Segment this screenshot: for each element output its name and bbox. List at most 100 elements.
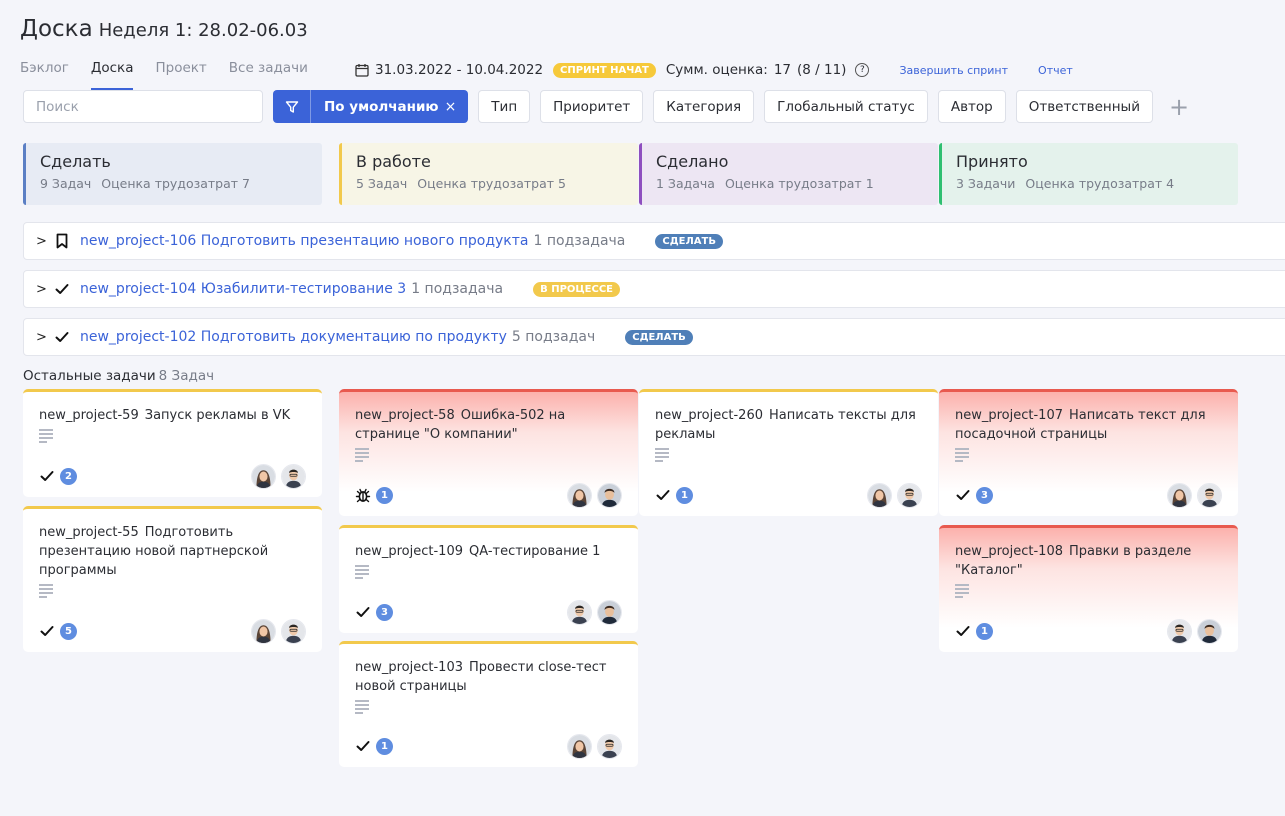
finish-sprint-link[interactable]: Завершить спринт bbox=[899, 64, 1008, 77]
card-key: new_project-55 bbox=[39, 525, 139, 540]
add-filter-icon[interactable]: + bbox=[1169, 95, 1189, 119]
default-filter-label: По умолчанию bbox=[324, 98, 439, 115]
bug-icon bbox=[355, 487, 371, 503]
sum-estimate-label: Сумм. оценка: bbox=[665, 62, 768, 78]
card-title: new_project-59 Запуск рекламы в VK bbox=[39, 406, 306, 425]
avatar[interactable] bbox=[597, 482, 622, 508]
description-icon bbox=[355, 700, 369, 714]
column-todo: Сделать 9 Задач Оценка трудозатрат 7 bbox=[23, 143, 322, 205]
chevron-right-icon[interactable]: > bbox=[36, 330, 47, 345]
filter-author[interactable]: Автор bbox=[937, 90, 1006, 123]
avatar[interactable] bbox=[1197, 482, 1222, 508]
epic-row[interactable]: > new_project-104 Юзабилити-тестирование… bbox=[23, 270, 1285, 308]
card-key: new_project-109 bbox=[355, 544, 463, 559]
search-input[interactable] bbox=[23, 90, 263, 123]
tab-all-tasks[interactable]: Все задачи bbox=[229, 60, 308, 90]
column-title: Сделано bbox=[656, 152, 729, 171]
chevron-right-icon[interactable]: > bbox=[36, 234, 47, 249]
filter-priority[interactable]: Приоритет bbox=[540, 90, 644, 123]
avatar[interactable] bbox=[567, 482, 592, 508]
card-key: new_project-103 bbox=[355, 660, 463, 675]
column-estimate: Оценка трудозатрат 1 bbox=[724, 176, 874, 191]
avatar[interactable] bbox=[1167, 482, 1192, 508]
avatar[interactable] bbox=[597, 733, 622, 759]
task-card[interactable]: new_project-107 Написать текст для посадо… bbox=[939, 389, 1238, 516]
avatar[interactable] bbox=[597, 599, 622, 625]
bookmark-icon bbox=[54, 233, 70, 249]
epic-row[interactable]: > new_project-106 Подготовить презентаци… bbox=[23, 222, 1285, 260]
description-icon bbox=[955, 448, 969, 462]
column-title: В работе bbox=[356, 152, 431, 171]
tab-project[interactable]: Проект bbox=[155, 60, 206, 90]
card-title: new_project-108 Правки в разделе "Каталог… bbox=[955, 542, 1222, 580]
column-task-count: 1 Задача bbox=[656, 176, 715, 191]
status-badge: В ПРОЦЕССЕ bbox=[533, 281, 621, 297]
avatar[interactable] bbox=[251, 618, 276, 644]
chevron-right-icon[interactable]: > bbox=[36, 282, 47, 297]
calendar-icon bbox=[355, 64, 369, 77]
sum-estimate-ratio: (8 / 11) bbox=[797, 62, 847, 78]
task-card[interactable]: new_project-59 Запуск рекламы в VK 2 bbox=[23, 389, 322, 497]
subtask-count: 1 bbox=[676, 486, 693, 504]
card-title: new_project-109 QA-тестирование 1 bbox=[355, 542, 622, 561]
filter-icon bbox=[273, 90, 311, 123]
check-icon bbox=[355, 738, 371, 754]
description-icon bbox=[955, 584, 969, 598]
sprint-week: Неделя 1: 28.02-06.03 bbox=[98, 20, 308, 41]
report-link[interactable]: Отчет bbox=[1038, 64, 1073, 77]
status-badge: СДЕЛАТЬ bbox=[625, 329, 693, 345]
check-icon bbox=[39, 468, 55, 484]
page-title-text: Доска bbox=[20, 16, 93, 42]
filter-category[interactable]: Категория bbox=[653, 90, 755, 123]
task-card[interactable]: new_project-58 Ошибка-502 на странице "О … bbox=[339, 389, 638, 516]
column-task-count: 3 Задачи bbox=[956, 176, 1016, 191]
avatar[interactable] bbox=[567, 733, 592, 759]
description-icon bbox=[355, 565, 369, 579]
task-card[interactable]: new_project-55 Подготовить презентацию но… bbox=[23, 506, 322, 652]
task-card[interactable]: new_project-108 Правки в разделе "Каталог… bbox=[939, 525, 1238, 652]
subtask-count: 2 bbox=[60, 467, 77, 485]
card-title: new_project-58 Ошибка-502 на странице "О … bbox=[355, 406, 622, 444]
avatar[interactable] bbox=[251, 463, 276, 489]
tab-backlog[interactable]: Бэклог bbox=[20, 60, 69, 90]
description-icon bbox=[355, 448, 369, 462]
card-summary: Запуск рекламы в VK bbox=[144, 408, 291, 423]
filter-type[interactable]: Тип bbox=[478, 90, 531, 123]
avatar[interactable] bbox=[281, 618, 306, 644]
help-icon[interactable]: ? bbox=[855, 63, 870, 77]
avatar[interactable] bbox=[867, 482, 892, 508]
tab-board[interactable]: Доска bbox=[90, 60, 134, 90]
avatar[interactable] bbox=[897, 482, 922, 508]
epic-row[interactable]: > new_project-102 Подготовить документац… bbox=[23, 318, 1285, 356]
check-icon bbox=[955, 487, 971, 503]
card-title: new_project-107 Написать текст для посадо… bbox=[955, 406, 1222, 444]
task-card[interactable]: new_project-109 QA-тестирование 1 3 bbox=[339, 525, 638, 633]
subtask-count: 5 bbox=[60, 622, 77, 640]
task-card[interactable]: new_project-103 Провести close-тест новой… bbox=[339, 641, 638, 767]
column-task-count: 5 Задач bbox=[356, 176, 408, 191]
avatar[interactable] bbox=[281, 463, 306, 489]
task-card[interactable]: new_project-260 Написать тексты для рекла… bbox=[639, 389, 938, 516]
filter-global-status[interactable]: Глобальный статус bbox=[764, 90, 928, 123]
avatar[interactable] bbox=[1197, 618, 1222, 644]
description-icon bbox=[655, 448, 669, 462]
subtask-count: 1 bbox=[376, 737, 393, 755]
card-key: new_project-59 bbox=[39, 408, 139, 423]
card-key: new_project-107 bbox=[955, 408, 1063, 423]
default-filter-button[interactable]: По умолчанию × bbox=[273, 90, 469, 123]
sprint-dates: 31.03.2022 - 10.04.2022 bbox=[375, 62, 544, 78]
epic-title[interactable]: new_project-104 Юзабилити-тестирование 3 bbox=[80, 281, 406, 297]
subtask-count: 1 bbox=[976, 622, 993, 640]
column-estimate: Оценка трудозатрат 5 bbox=[417, 176, 566, 191]
close-icon[interactable]: × bbox=[445, 99, 469, 115]
other-tasks-count: 8 Задач bbox=[158, 368, 215, 384]
epic-title[interactable]: new_project-102 Подготовить документацию… bbox=[80, 329, 507, 345]
check-icon bbox=[655, 487, 671, 503]
avatar[interactable] bbox=[1167, 618, 1192, 644]
epic-subtasks: 1 подзадача bbox=[411, 281, 504, 297]
epic-title[interactable]: new_project-106 Подготовить презентацию … bbox=[80, 233, 529, 249]
check-icon bbox=[54, 329, 70, 345]
column-task-count: 9 Задач bbox=[40, 176, 92, 191]
filter-assignee[interactable]: Ответственный bbox=[1015, 90, 1153, 123]
avatar[interactable] bbox=[567, 599, 592, 625]
